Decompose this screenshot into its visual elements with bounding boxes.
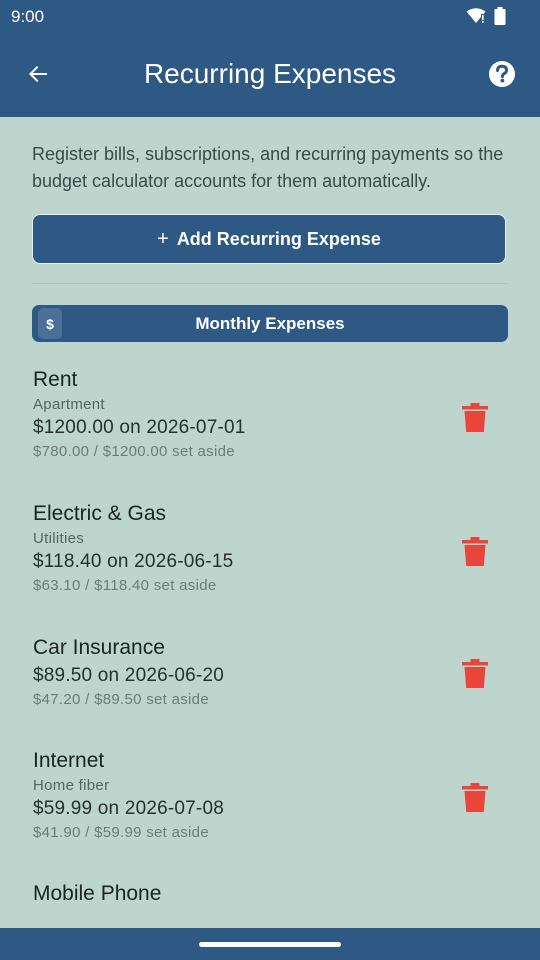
intro-text: Register bills, subscriptions, and recur… xyxy=(32,144,504,191)
status-time: 9:00 xyxy=(11,7,45,26)
expense-set-aside: $41.90 / $59.99 set aside xyxy=(33,824,209,841)
add-button-label: Add Recurring Expense xyxy=(176,228,381,249)
expense-item-mobile-phone[interactable]: Mobile Phone xyxy=(33,881,508,907)
wifi-icon xyxy=(466,8,486,23)
section-title: Monthly Expenses xyxy=(195,314,345,333)
expense-set-aside: $780.00 / $1200.00 set aside xyxy=(33,443,235,460)
expense-amount: $89.50 on 2026-06-20 xyxy=(33,665,224,686)
page-title: Recurring Expenses xyxy=(143,58,397,89)
expense-category: Home fiber xyxy=(33,777,110,794)
expense-name: Electric & Gas xyxy=(33,502,167,525)
expense-name: Mobile Phone xyxy=(33,882,162,905)
expense-item-electric-gas[interactable]: Electric & Gas Utilities $118.40 on 2026… xyxy=(33,501,508,594)
plus-icon: + xyxy=(157,227,169,250)
expense-set-aside: $47.20 / $89.50 set aside xyxy=(33,691,209,708)
expense-item-car-insurance[interactable]: Car Insurance $89.50 on 2026-06-20 $47.2… xyxy=(33,635,508,708)
delete-icon[interactable] xyxy=(462,403,488,433)
expense-name: Car Insurance xyxy=(33,636,165,659)
divider xyxy=(32,283,508,284)
delete-icon[interactable] xyxy=(462,783,488,813)
status-bar: 9:00 xyxy=(0,0,540,32)
app-bar: Recurring Expenses xyxy=(0,32,540,117)
expense-set-aside: $63.10 / $118.40 set aside xyxy=(33,577,217,594)
content-area[interactable]: Register bills, subscriptions, and recur… xyxy=(0,117,540,928)
expense-item-rent[interactable]: Rent Apartment $1200.00 on 2026-07-01 $7… xyxy=(33,367,508,460)
delete-icon[interactable] xyxy=(462,537,488,567)
expense-name: Internet xyxy=(33,749,105,772)
expense-item-internet[interactable]: Internet Home fiber $59.99 on 2026-07-08… xyxy=(33,748,508,841)
home-indicator[interactable] xyxy=(199,942,341,947)
help-icon[interactable] xyxy=(486,58,518,90)
expense-category: Apartment xyxy=(33,396,105,413)
expense-amount: $59.99 on 2026-07-08 xyxy=(33,798,224,819)
status-icons xyxy=(466,7,506,25)
delete-icon[interactable] xyxy=(462,659,488,689)
section-header-monthly: $ Monthly Expenses xyxy=(32,305,508,342)
expense-name: Rent xyxy=(33,368,78,391)
navigation-bar xyxy=(0,928,540,960)
expense-category: Utilities xyxy=(33,530,85,547)
add-recurring-expense-button[interactable]: + Add Recurring Expense xyxy=(32,214,506,264)
expense-amount: $1200.00 on 2026-07-01 xyxy=(33,417,246,438)
expense-amount: $118.40 on 2026-06-15 xyxy=(33,551,234,572)
battery-icon xyxy=(494,7,506,25)
